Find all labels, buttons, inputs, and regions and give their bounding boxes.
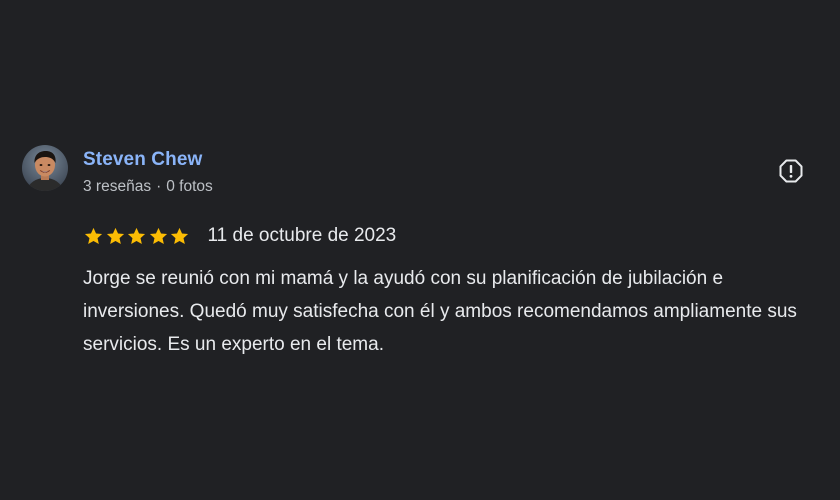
star-icon [83, 226, 104, 247]
review-date: 11 de octubre de 2023 [207, 225, 397, 246]
user-avatar-photo-icon [22, 145, 68, 191]
star-icon [148, 226, 169, 247]
review-card: Steven Chew 3 reseñas · 0 fotos 11 de octu… [0, 0, 840, 500]
flag-report-icon [779, 159, 803, 183]
photos-count: 0 fotos [166, 178, 213, 195]
avatar[interactable] [22, 145, 68, 191]
review-text: Jorge se reunió con mi mamá y la ayudó c… [83, 268, 797, 355]
author-meta: 3 reseñas · 0 fotos [83, 178, 213, 196]
star-icon [105, 226, 126, 247]
star-rating [83, 226, 191, 247]
star-icon [169, 226, 190, 247]
report-icon[interactable] [778, 158, 804, 184]
rating-row: 11 de octubre de 2023 [83, 224, 396, 248]
author-name[interactable]: Steven Chew [83, 149, 202, 171]
reviews-count: 3 reseñas [83, 178, 152, 195]
star-icon [126, 226, 147, 247]
meta-separator: · [156, 178, 162, 195]
